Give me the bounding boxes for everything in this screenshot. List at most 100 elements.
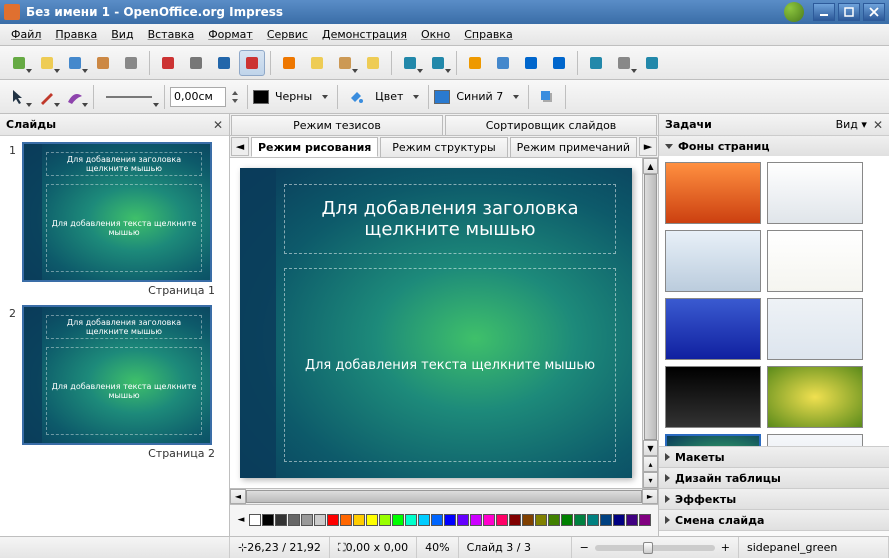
color-swatch[interactable] xyxy=(522,514,534,526)
line-style[interactable] xyxy=(99,84,159,110)
color-swatch[interactable] xyxy=(483,514,495,526)
fill-type-dropdown[interactable] xyxy=(409,84,423,110)
edit-button[interactable] xyxy=(118,50,144,76)
color-swatch[interactable] xyxy=(639,514,651,526)
table-button[interactable] xyxy=(490,50,516,76)
scroll-down[interactable]: ▼ xyxy=(643,440,658,456)
color-swatch[interactable] xyxy=(626,514,638,526)
color-swatch[interactable] xyxy=(392,514,404,526)
pdf-button[interactable] xyxy=(155,50,181,76)
section-table-header[interactable]: Дизайн таблицы xyxy=(659,468,889,488)
spell-button[interactable] xyxy=(211,50,237,76)
fill-color-dropdown[interactable] xyxy=(509,84,523,110)
tab-scroll-right[interactable]: ► xyxy=(639,137,657,156)
fill-color-swatch[interactable] xyxy=(434,90,450,104)
color-swatch[interactable] xyxy=(249,514,261,526)
color-swatch[interactable] xyxy=(613,514,625,526)
masters-gallery[interactable] xyxy=(659,156,889,446)
menu-формат[interactable]: Формат xyxy=(201,26,260,43)
color-swatch[interactable] xyxy=(600,514,612,526)
color-swatch[interactable] xyxy=(327,514,339,526)
master-thumbnail[interactable] xyxy=(767,366,863,428)
color-swatch[interactable] xyxy=(366,514,378,526)
color-swatch[interactable] xyxy=(418,514,430,526)
shadow-toggle[interactable] xyxy=(534,84,560,110)
color-swatch[interactable] xyxy=(431,514,443,526)
view-tab[interactable]: Сортировщик слайдов xyxy=(445,115,657,135)
color-swatch[interactable] xyxy=(405,514,417,526)
line-width-spinner[interactable] xyxy=(228,84,242,110)
brush-tool[interactable] xyxy=(62,84,88,110)
body-placeholder[interactable]: Для добавления текста щелкните мышью xyxy=(284,268,616,462)
scroll-left[interactable]: ◄ xyxy=(230,489,246,504)
color-swatch[interactable] xyxy=(548,514,560,526)
hscroll-thumb[interactable] xyxy=(246,490,642,503)
maximize-button[interactable] xyxy=(838,3,860,21)
zoom-button[interactable] xyxy=(611,50,637,76)
slide-thumbnail[interactable]: Для добавления заголовка щелкните мышьюД… xyxy=(22,305,212,445)
master-thumbnail[interactable] xyxy=(665,230,761,292)
color-swatch[interactable] xyxy=(353,514,365,526)
minimize-button[interactable] xyxy=(813,3,835,21)
color-swatch[interactable] xyxy=(262,514,274,526)
menu-вид[interactable]: Вид xyxy=(104,26,140,43)
link-button[interactable] xyxy=(518,50,544,76)
color-swatch[interactable] xyxy=(496,514,508,526)
new-button[interactable] xyxy=(6,50,32,76)
scroll-right[interactable]: ► xyxy=(642,489,658,504)
title-placeholder[interactable]: Для добавления заголовка щелкните мышью xyxy=(284,184,616,254)
color-swatch[interactable] xyxy=(561,514,573,526)
print-button[interactable] xyxy=(183,50,209,76)
pointer-tool[interactable] xyxy=(6,84,32,110)
nav-button[interactable] xyxy=(546,50,572,76)
autospell-button[interactable] xyxy=(239,50,265,76)
master-thumbnail[interactable] xyxy=(767,434,863,446)
scroll-up[interactable]: ▲ xyxy=(643,158,658,174)
gallery-button[interactable] xyxy=(583,50,609,76)
slides-panel-close[interactable]: ✕ xyxy=(213,118,223,132)
colorbar-right[interactable]: ► xyxy=(338,534,352,536)
menu-справка[interactable]: Справка xyxy=(457,26,519,43)
color-swatch[interactable] xyxy=(379,514,391,526)
color-swatch[interactable] xyxy=(444,514,456,526)
view-tab[interactable]: Режим тезисов xyxy=(231,115,443,135)
master-thumbnail[interactable] xyxy=(767,298,863,360)
horizontal-scrollbar[interactable]: ◄ ► xyxy=(230,488,658,504)
colorbar-left[interactable]: ◄ xyxy=(234,507,248,533)
close-button[interactable] xyxy=(863,3,885,21)
section-effects-header[interactable]: Эффекты xyxy=(659,489,889,509)
section-masters-header[interactable]: Фоны страниц xyxy=(659,136,889,156)
color-swatch[interactable] xyxy=(509,514,521,526)
tab-drawing[interactable]: Режим рисования xyxy=(251,137,378,157)
color-swatch[interactable] xyxy=(288,514,300,526)
vscroll-thumb[interactable] xyxy=(644,174,657,440)
save-button[interactable] xyxy=(62,50,88,76)
slide-canvas[interactable]: Для добавления заголовка щелкните мышью … xyxy=(240,168,632,478)
color-swatch[interactable] xyxy=(535,514,547,526)
menu-вставка[interactable]: Вставка xyxy=(141,26,202,43)
master-thumbnail[interactable] xyxy=(665,298,761,360)
fill-bucket-icon[interactable] xyxy=(343,84,369,110)
paste-button[interactable] xyxy=(332,50,358,76)
menu-файл[interactable]: Файл xyxy=(4,26,48,43)
master-thumbnail[interactable] xyxy=(665,366,761,428)
prev-slide[interactable]: ▴ xyxy=(643,456,658,472)
color-swatch[interactable] xyxy=(340,514,352,526)
tab-outline[interactable]: Режим структуры xyxy=(380,137,507,157)
chart-button[interactable] xyxy=(462,50,488,76)
color-swatch[interactable] xyxy=(301,514,313,526)
brush-button[interactable] xyxy=(360,50,386,76)
copy-button[interactable] xyxy=(304,50,330,76)
tab-notes[interactable]: Режим примечаний xyxy=(510,137,637,157)
open-button[interactable] xyxy=(34,50,60,76)
mail-button[interactable] xyxy=(90,50,116,76)
color-swatch[interactable] xyxy=(314,514,326,526)
pen-tool[interactable] xyxy=(34,84,60,110)
master-thumbnail[interactable] xyxy=(767,162,863,224)
master-thumbnail[interactable] xyxy=(665,434,761,446)
section-transition-header[interactable]: Смена слайда xyxy=(659,510,889,530)
color-swatch[interactable] xyxy=(587,514,599,526)
line-color-swatch[interactable] xyxy=(253,90,269,104)
line-color-dropdown[interactable] xyxy=(318,84,332,110)
zoom-slider[interactable]: −+ xyxy=(572,537,739,558)
